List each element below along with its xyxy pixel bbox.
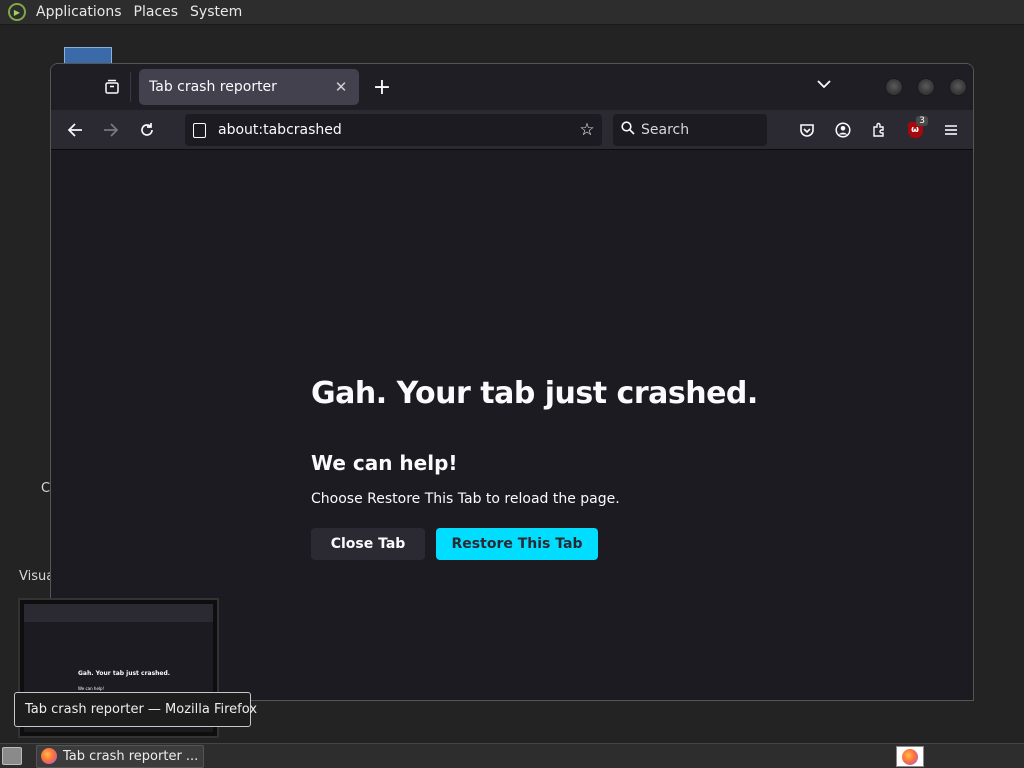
forward-icon[interactable] xyxy=(97,116,125,144)
tab-close-icon[interactable]: ✕ xyxy=(333,78,349,96)
distro-logo-icon[interactable]: ▶ xyxy=(8,3,26,21)
account-icon[interactable] xyxy=(829,116,857,144)
firefox-view-icon[interactable] xyxy=(93,72,131,102)
tray-firefox-icon[interactable] xyxy=(896,746,924,767)
bottom-panel: Tab crash reporter ... xyxy=(0,743,1024,768)
menu-applications[interactable]: Applications xyxy=(30,4,128,20)
nav-toolbar: about:tabcrashed ☆ Search ω 3 xyxy=(51,110,973,150)
menu-system[interactable]: System xyxy=(184,4,248,20)
pocket-icon[interactable] xyxy=(793,116,821,144)
window-tooltip: Tab crash reporter — Mozilla Firefox xyxy=(14,692,257,727)
desktop-icon-label: Visua xyxy=(19,569,55,584)
preview-subtitle: We can help! xyxy=(78,686,105,691)
hamburger-menu-icon[interactable] xyxy=(937,116,965,144)
tab-title: Tab crash reporter xyxy=(149,79,277,95)
list-all-tabs-icon[interactable] xyxy=(817,77,831,93)
tab-active[interactable]: Tab crash reporter ✕ xyxy=(139,69,359,105)
close-tab-button[interactable]: Close Tab xyxy=(311,528,425,560)
preview-title: Gah. Your tab just crashed. xyxy=(78,670,171,677)
desktop-icon-label: C xyxy=(41,481,51,496)
toolbar-right-buttons: ω 3 xyxy=(793,116,965,144)
firefox-icon xyxy=(902,748,918,765)
top-panel: ▶ Applications Places System xyxy=(0,0,1024,25)
ublock-badge: 3 xyxy=(916,116,928,126)
crash-subtitle: We can help! xyxy=(311,451,458,475)
new-tab-button[interactable]: + xyxy=(367,75,397,100)
search-placeholder: Search xyxy=(641,122,690,138)
show-desktop-icon[interactable] xyxy=(2,747,22,765)
reload-icon[interactable] xyxy=(133,116,161,144)
close-window-button[interactable] xyxy=(949,78,967,96)
menu-places[interactable]: Places xyxy=(128,4,185,20)
crash-title: Gah. Your tab just crashed. xyxy=(311,376,758,411)
crash-buttons: Close Tab Restore This Tab xyxy=(311,528,871,560)
ublock-origin-icon[interactable]: ω 3 xyxy=(901,116,929,144)
preview-toolbar xyxy=(24,604,213,622)
page-icon xyxy=(193,122,206,138)
extensions-icon[interactable] xyxy=(865,116,893,144)
crash-description: Choose Restore This Tab to reload the pa… xyxy=(311,491,620,507)
firefox-icon xyxy=(41,748,57,764)
crash-container: Gah. Your tab just crashed. We can help!… xyxy=(311,376,871,560)
search-input[interactable]: Search xyxy=(613,114,767,146)
search-icon xyxy=(621,121,635,139)
minimize-button[interactable] xyxy=(885,78,903,96)
bookmark-star-icon[interactable]: ☆ xyxy=(572,120,602,140)
back-icon[interactable] xyxy=(61,116,89,144)
url-text[interactable]: about:tabcrashed xyxy=(218,122,572,138)
taskbar-item-firefox[interactable]: Tab crash reporter ... xyxy=(36,744,204,768)
maximize-button[interactable] xyxy=(917,78,935,96)
restore-tab-button[interactable]: Restore This Tab xyxy=(436,528,598,560)
tab-bar: Tab crash reporter ✕ + xyxy=(51,64,973,110)
url-bar[interactable]: about:tabcrashed ☆ xyxy=(185,114,602,146)
taskbar-item-label: Tab crash reporter ... xyxy=(63,748,199,764)
